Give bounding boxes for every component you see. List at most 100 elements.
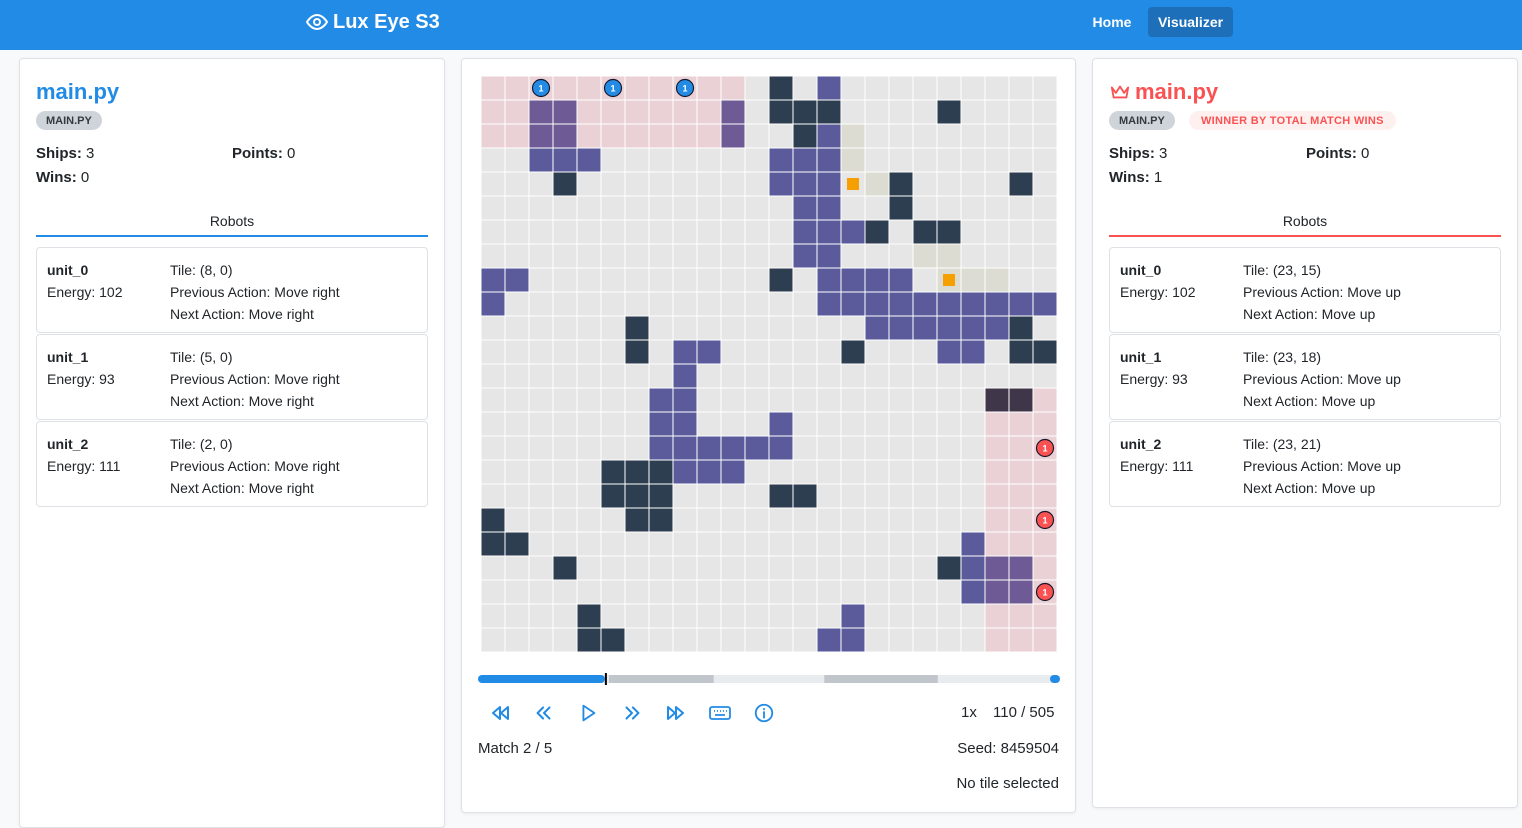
board-tile-empty[interactable] bbox=[792, 411, 818, 437]
board-tile-empty[interactable] bbox=[648, 219, 674, 245]
board-tile-empty[interactable] bbox=[720, 603, 746, 629]
board-tile-nebula[interactable] bbox=[888, 315, 914, 341]
board-tile-empty[interactable] bbox=[744, 267, 770, 293]
board-tile-empty[interactable] bbox=[936, 387, 962, 413]
board-tile-empty[interactable] bbox=[648, 555, 674, 581]
board-tile-empty[interactable] bbox=[864, 603, 890, 629]
board-tile-empty[interactable] bbox=[840, 507, 866, 533]
board-tile-empty[interactable] bbox=[840, 243, 866, 269]
board-tile-nebula[interactable] bbox=[768, 147, 794, 173]
board-tile-nebula[interactable] bbox=[1032, 291, 1057, 317]
board-tile-empty[interactable] bbox=[744, 99, 770, 125]
board-tile-empty[interactable] bbox=[720, 267, 746, 293]
board-tile-left-vision[interactable] bbox=[552, 76, 578, 101]
board-tile-empty[interactable] bbox=[768, 579, 794, 605]
board-tile-empty[interactable] bbox=[481, 459, 506, 485]
board-tile-empty[interactable] bbox=[792, 267, 818, 293]
board-tile-nebula[interactable] bbox=[672, 435, 698, 461]
board-tile-relic-area[interactable] bbox=[912, 243, 938, 269]
board-tile-empty[interactable] bbox=[864, 123, 890, 149]
skip-to-start-button[interactable] bbox=[478, 699, 522, 727]
board-tile-empty[interactable] bbox=[552, 267, 578, 293]
board-tile-empty[interactable] bbox=[576, 483, 602, 509]
board-tile-empty[interactable] bbox=[888, 627, 914, 652]
board-tile-nebula[interactable] bbox=[768, 411, 794, 437]
left-unit-marker[interactable]: 1 bbox=[603, 78, 623, 98]
board-tile-empty[interactable] bbox=[840, 363, 866, 389]
board-tile-empty[interactable] bbox=[888, 531, 914, 557]
board-tile-empty[interactable] bbox=[528, 579, 554, 605]
board-tile-nebula[interactable] bbox=[960, 531, 986, 557]
board-tile-empty[interactable] bbox=[840, 531, 866, 557]
board-tile-right-vision[interactable] bbox=[1032, 387, 1057, 413]
board-tile-empty[interactable] bbox=[552, 435, 578, 461]
board-tile-empty[interactable] bbox=[960, 411, 986, 437]
board-tile-empty[interactable] bbox=[768, 363, 794, 389]
board-tile-empty[interactable] bbox=[504, 171, 530, 197]
board-tile-asteroid[interactable] bbox=[792, 99, 818, 125]
board-tile-empty[interactable] bbox=[696, 171, 722, 197]
right-unit-marker[interactable]: 1 bbox=[1035, 582, 1055, 602]
board-tile-empty[interactable] bbox=[1008, 147, 1034, 173]
board-tile-empty[interactable] bbox=[528, 387, 554, 413]
left-robots-tab[interactable]: Robots bbox=[36, 207, 428, 237]
board-tile-empty[interactable] bbox=[864, 147, 890, 173]
board-tile-empty[interactable] bbox=[624, 171, 650, 197]
board-tile-empty[interactable] bbox=[912, 363, 938, 389]
board-tile-relic-area[interactable] bbox=[936, 243, 962, 269]
board-tile-empty[interactable] bbox=[552, 603, 578, 629]
board-tile-empty[interactable] bbox=[600, 603, 626, 629]
board-tile-empty[interactable] bbox=[696, 411, 722, 437]
board-tile-empty[interactable] bbox=[624, 387, 650, 413]
board-tile-empty[interactable] bbox=[720, 387, 746, 413]
board-tile-empty[interactable] bbox=[912, 123, 938, 149]
board-tile-nebula[interactable] bbox=[528, 99, 554, 125]
board-tile-empty[interactable] bbox=[481, 243, 506, 269]
board-tile-empty[interactable] bbox=[1032, 363, 1057, 389]
board-tile-empty[interactable] bbox=[481, 555, 506, 581]
board-tile-empty[interactable] bbox=[864, 579, 890, 605]
board-tile-empty[interactable] bbox=[504, 363, 530, 389]
board-tile-empty[interactable] bbox=[672, 483, 698, 509]
board-tile-left-vision[interactable] bbox=[672, 99, 698, 125]
board-tile-empty[interactable] bbox=[1008, 363, 1034, 389]
nav-home-link[interactable]: Home bbox=[1081, 7, 1143, 37]
board-tile-empty[interactable] bbox=[864, 483, 890, 509]
board-tile-empty[interactable] bbox=[720, 147, 746, 173]
board-tile-nebula[interactable] bbox=[816, 195, 842, 221]
right-unit-marker[interactable]: 1 bbox=[1035, 438, 1055, 458]
right-robot-card[interactable]: unit_2 Energy: 111 Tile: (23, 21) Previo… bbox=[1109, 421, 1501, 507]
board-tile-empty[interactable] bbox=[840, 387, 866, 413]
board-tile-right-vision[interactable] bbox=[1032, 411, 1057, 437]
right-robots-tab[interactable]: Robots bbox=[1109, 207, 1501, 237]
board-tile-empty[interactable] bbox=[984, 195, 1010, 221]
board-tile-asteroid[interactable] bbox=[936, 99, 962, 125]
board-tile-empty[interactable] bbox=[840, 315, 866, 341]
board-tile-empty[interactable] bbox=[744, 76, 770, 101]
board-tile-nebula[interactable] bbox=[888, 291, 914, 317]
board-tile-nebula[interactable] bbox=[912, 315, 938, 341]
board-tile-nebula[interactable] bbox=[481, 267, 506, 293]
board-tile-empty[interactable] bbox=[504, 579, 530, 605]
board-tile-empty[interactable] bbox=[1032, 171, 1057, 197]
board-tile-empty[interactable] bbox=[576, 387, 602, 413]
board-tile-empty[interactable] bbox=[576, 219, 602, 245]
board-tile-empty[interactable] bbox=[888, 435, 914, 461]
board-tile-nebula[interactable] bbox=[936, 339, 962, 365]
board-tile-empty[interactable] bbox=[624, 291, 650, 317]
board-tile-empty[interactable] bbox=[576, 579, 602, 605]
board-tile-nebula[interactable] bbox=[960, 339, 986, 365]
board-tile-empty[interactable] bbox=[528, 315, 554, 341]
board-tile-asteroid[interactable] bbox=[768, 99, 794, 125]
board-tile-nebula[interactable] bbox=[960, 579, 986, 605]
board-tile-empty[interactable] bbox=[552, 579, 578, 605]
board-tile-empty[interactable] bbox=[744, 171, 770, 197]
board-tile-empty[interactable] bbox=[552, 339, 578, 365]
board-tile-empty[interactable] bbox=[888, 339, 914, 365]
board-tile-right-vision[interactable] bbox=[1008, 435, 1034, 461]
board-tile-empty[interactable] bbox=[600, 147, 626, 173]
board-tile-nebula[interactable] bbox=[720, 459, 746, 485]
board-tile-nebula[interactable] bbox=[816, 219, 842, 245]
board-tile-nebula[interactable] bbox=[648, 411, 674, 437]
board-tile-relic-area[interactable] bbox=[960, 267, 986, 293]
